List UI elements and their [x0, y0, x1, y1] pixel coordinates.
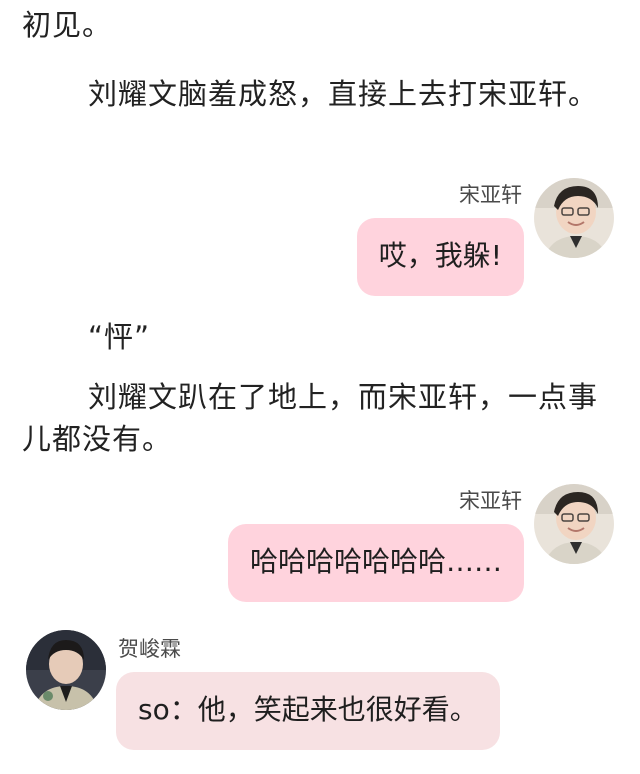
sender-name: 宋亚轩: [459, 489, 522, 513]
chat-bubble: so：他，笑起来也很好看。: [116, 672, 500, 750]
person-avatar-icon: [534, 484, 614, 564]
avatar[interactable]: [26, 630, 106, 710]
person-avatar-icon: [26, 630, 106, 710]
sender-name: 贺峻霖: [118, 637, 181, 661]
sender-name: 宋亚轩: [459, 183, 522, 207]
story-paragraph-2: 刘耀文脑羞成怒，直接上去打宋亚轩。: [88, 77, 599, 111]
story-line-1: 初见。: [22, 8, 113, 42]
chat-bubble: 哈哈哈哈哈哈哈……: [227, 524, 524, 602]
person-avatar-icon: [534, 178, 614, 258]
chat-bubble: 哎，我躲!: [356, 218, 524, 296]
avatar[interactable]: [534, 484, 614, 564]
avatar[interactable]: [534, 178, 614, 258]
sound-effect-text: “怦”: [88, 320, 151, 354]
story-paragraph-4: 刘耀文趴在了地上，而宋亚轩，一点事儿都没有。: [22, 380, 599, 456]
